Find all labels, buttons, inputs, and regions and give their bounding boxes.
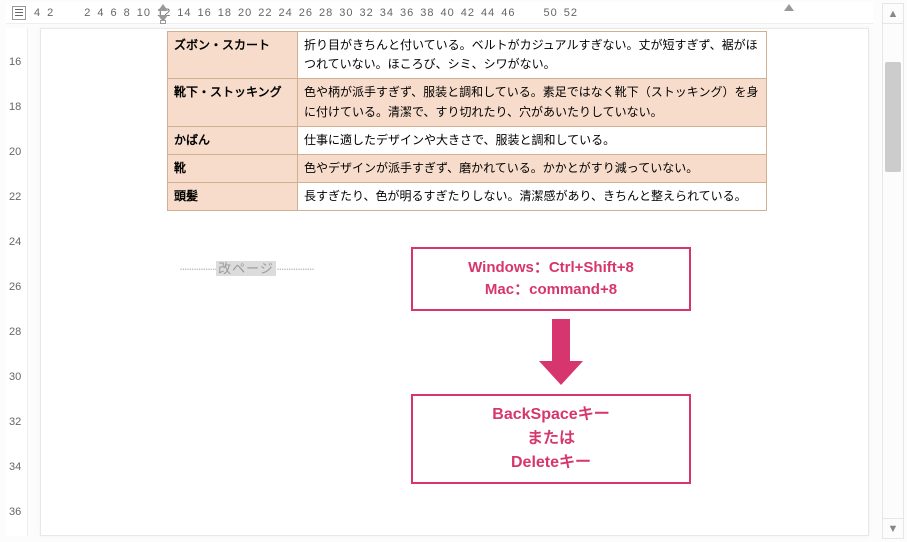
- row-header[interactable]: 靴下・ストッキング: [168, 79, 298, 126]
- ruler-tick: 24: [279, 7, 293, 19]
- ruler-tick: 52: [564, 7, 578, 19]
- page-break-marker[interactable]: ················改ページ················: [151, 258, 341, 277]
- row-content[interactable]: 色やデザインが派手すぎず、磨かれている。かかとがすり減っていない。: [298, 154, 767, 182]
- ruler-tick: 6: [111, 7, 118, 19]
- row-content[interactable]: 仕事に適したデザインや大きさで、服装と調和している。: [298, 126, 767, 154]
- row-content[interactable]: 折り目がきちんと付いている。ベルトがカジュアルすぎない。丈が短すぎず、裾がほつれ…: [298, 32, 767, 79]
- callout-shortcut-show-marks: Windows：Ctrl+Shift+8 Mac：command+8: [411, 247, 691, 311]
- scroll-down-button[interactable]: ▼: [883, 518, 903, 538]
- ruler-tick: 20: [9, 146, 21, 158]
- arrow-down-icon: [539, 319, 583, 385]
- ruler-tick: 22: [258, 7, 272, 19]
- ruler-tick: 32: [360, 7, 374, 19]
- pagebreak-dots: ················: [179, 261, 216, 276]
- ruler-tick: 30: [339, 7, 353, 19]
- ruler-tick: 40: [441, 7, 455, 19]
- table-row[interactable]: 靴下・ストッキング 色や柄が派手すぎず、服装と調和している。素足ではなく靴下（ス…: [168, 79, 767, 126]
- ruler-tick: 14: [177, 7, 191, 19]
- ruler-tick: 4: [97, 7, 104, 19]
- scroll-thumb[interactable]: [885, 62, 901, 172]
- ruler-tick: 38: [420, 7, 434, 19]
- row-content[interactable]: 長すぎたり、色が明るすぎたりしない。清潔感があり、きちんと整えられている。: [298, 183, 767, 211]
- ruler-tick: 36: [9, 506, 21, 518]
- ruler-tick: 16: [198, 7, 212, 19]
- table-row[interactable]: かばん 仕事に適したデザインや大きさで、服装と調和している。: [168, 126, 767, 154]
- dress-code-table[interactable]: ズボン・スカート 折り目がきちんと付いている。ベルトがカジュアルすぎない。丈が短…: [167, 31, 767, 211]
- ruler-tick: 34: [380, 7, 394, 19]
- row-header[interactable]: かばん: [168, 126, 298, 154]
- ruler-tick: 24: [9, 236, 21, 248]
- ruler-tick: 44: [481, 7, 495, 19]
- pagebreak-label[interactable]: 改ページ: [216, 261, 276, 276]
- ruler-tick: 26: [9, 281, 21, 293]
- ruler-tick: 46: [501, 7, 515, 19]
- ruler-tick: 28: [9, 326, 21, 338]
- callout-line: または: [527, 427, 575, 451]
- callout-line: Windows：Ctrl+Shift+8: [468, 257, 634, 280]
- row-header[interactable]: ズボン・スカート: [168, 32, 298, 79]
- vertical-scrollbar[interactable]: ▲ ▼: [882, 3, 904, 539]
- document-page[interactable]: ズボン・スカート 折り目がきちんと付いている。ベルトがカジュアルすぎない。丈が短…: [40, 28, 869, 536]
- indent-left-marker[interactable]: [160, 20, 166, 24]
- ruler-tick: 26: [299, 7, 313, 19]
- vertical-ruler[interactable]: 16 18 20 22 24 26 28 30 32 34 36: [6, 28, 28, 536]
- table-row[interactable]: ズボン・スカート 折り目がきちんと付いている。ベルトがカジュアルすぎない。丈が短…: [168, 32, 767, 79]
- table-row[interactable]: 頭髪 長すぎたり、色が明るすぎたりしない。清潔感があり、きちんと整えられている。: [168, 183, 767, 211]
- ruler-tick: 2: [47, 7, 54, 19]
- scroll-up-button[interactable]: ▲: [883, 4, 903, 24]
- callout-line: Mac：command+8: [485, 279, 617, 302]
- ruler-tick: 30: [9, 371, 21, 383]
- ruler-tick: 50: [544, 7, 558, 19]
- callout-line: BackSpaceキー: [492, 403, 609, 427]
- ruler-tick: 22: [9, 191, 21, 203]
- ruler-tick: 10: [137, 7, 151, 19]
- ruler-tick: 28: [319, 7, 333, 19]
- ruler-tick: 20: [238, 7, 252, 19]
- ruler-tick: 16: [9, 56, 21, 68]
- ruler-tick: 36: [400, 7, 414, 19]
- ruler-tick: 42: [461, 7, 475, 19]
- table-row[interactable]: 靴 色やデザインが派手すぎず、磨かれている。かかとがすり減っていない。: [168, 154, 767, 182]
- indent-right-marker[interactable]: [784, 4, 794, 11]
- indent-first-line-marker[interactable]: [158, 4, 168, 11]
- ruler-tick: 8: [124, 7, 131, 19]
- ruler-tick: 2: [84, 7, 91, 19]
- ruler-tick: 4: [34, 7, 41, 19]
- ruler-tick: 18: [9, 101, 21, 113]
- ruler-tick: 18: [218, 7, 232, 19]
- row-header[interactable]: 靴: [168, 154, 298, 182]
- row-header[interactable]: 頭髪: [168, 183, 298, 211]
- ruler-tick: 34: [9, 461, 21, 473]
- ruler-tick: 32: [9, 416, 21, 428]
- horizontal-ruler[interactable]: 4 2 2 4 6 8 10 12 14 16 18 20 22 24 26 2…: [6, 2, 873, 24]
- tab-align-icon[interactable]: [12, 6, 26, 20]
- row-content[interactable]: 色や柄が派手すぎず、服装と調和している。素足ではなく靴下（ストッキング）を身に付…: [298, 79, 767, 126]
- callout-line: Deleteキー: [511, 451, 591, 475]
- callout-delete-keys: BackSpaceキー または Deleteキー: [411, 394, 691, 484]
- pagebreak-dots: ················: [276, 261, 313, 276]
